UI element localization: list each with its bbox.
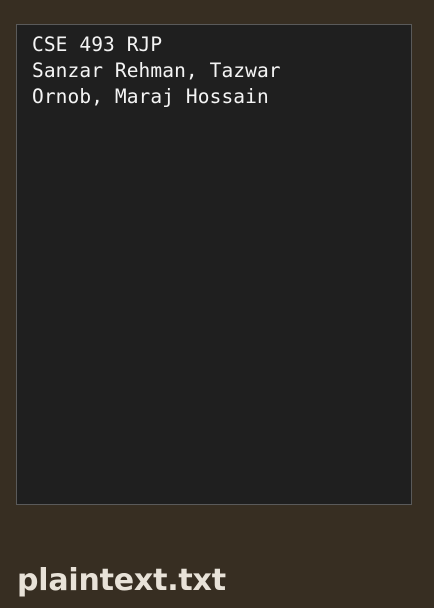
quicklook-file-preview: CSE 493 RJP Sanzar Rehman, Tazwar Ornob,… <box>0 0 434 608</box>
file-name-label: plaintext.txt <box>17 563 226 598</box>
file-contents-preview: CSE 493 RJP Sanzar Rehman, Tazwar Ornob,… <box>32 33 281 108</box>
text-file-thumbnail[interactable]: CSE 493 RJP Sanzar Rehman, Tazwar Ornob,… <box>16 24 412 505</box>
